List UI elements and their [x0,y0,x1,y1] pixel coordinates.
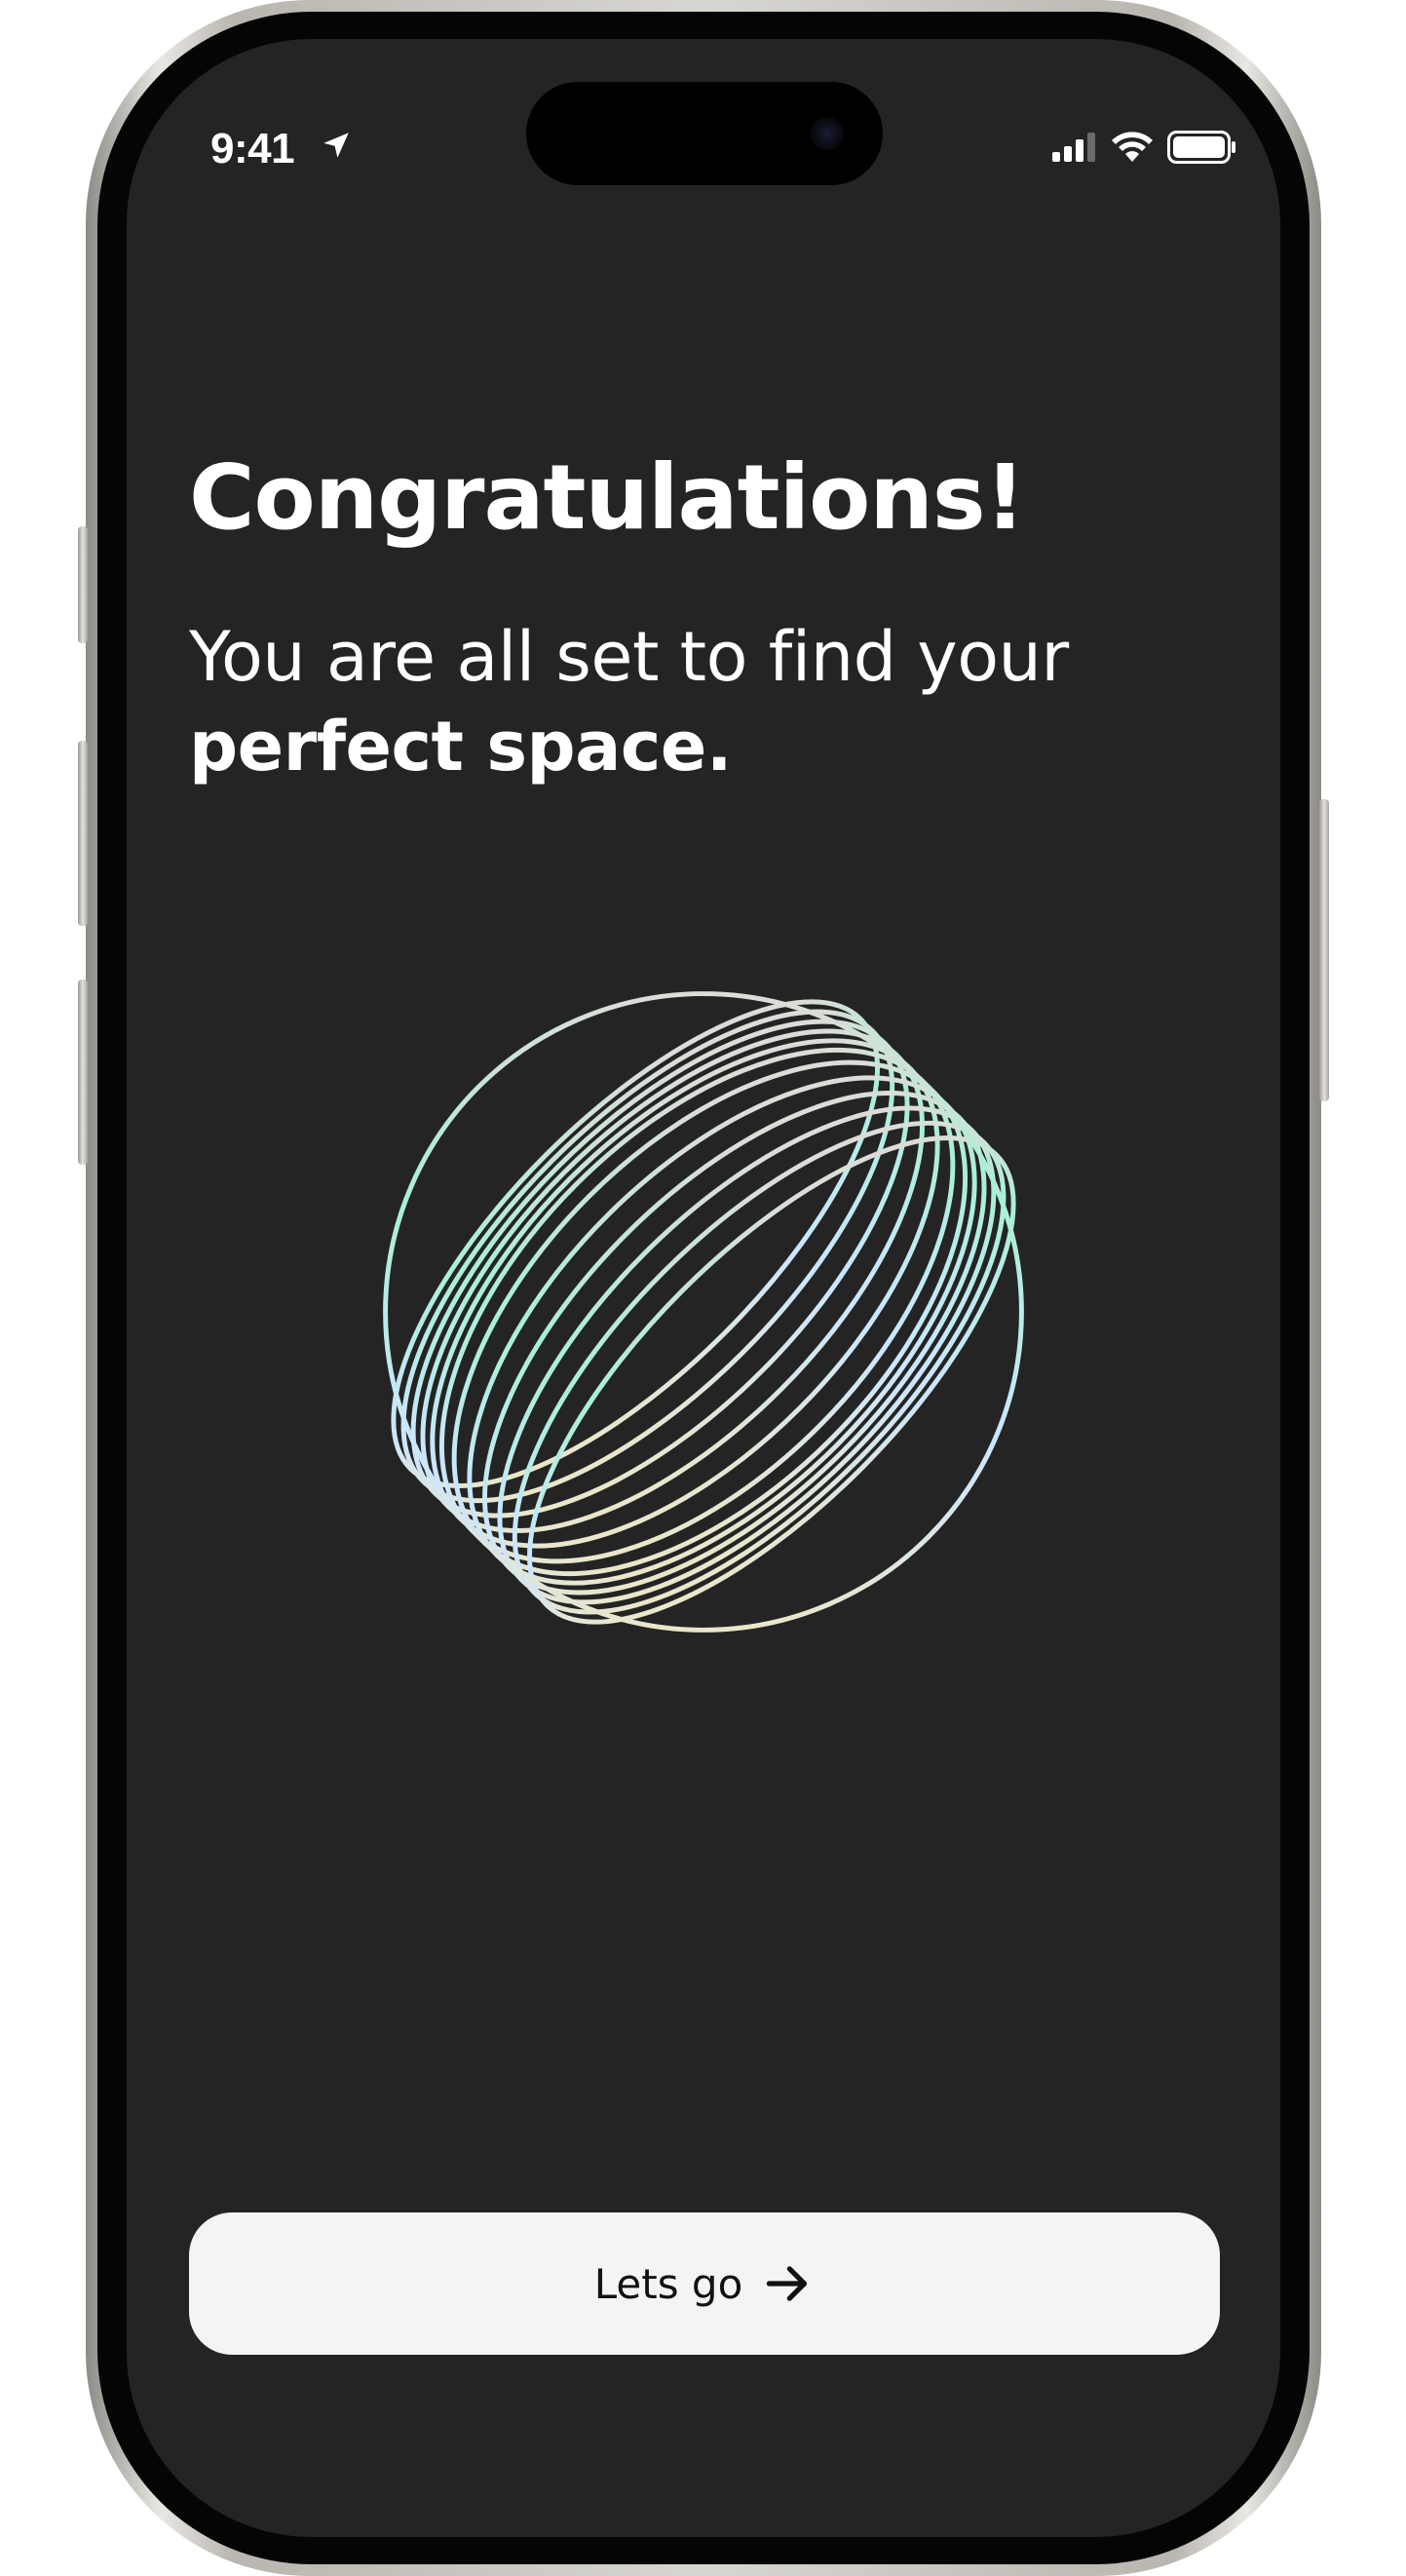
sphere-line [497,1105,997,1605]
arrow-right-icon [767,2266,808,2301]
sphere-line [482,1091,987,1596]
sphere-outline [383,991,1024,1633]
volume-down-button [78,980,88,1165]
status-bar: 9:41 [127,39,1280,195]
subtitle-bold: perfect space. [189,707,732,787]
cellular-signal-icon [1052,133,1095,162]
status-time: 9:41 [210,125,295,173]
sphere-graphic [383,991,1024,1633]
lets-go-label: Lets go [593,2259,743,2308]
camera-icon [811,117,844,150]
power-button [1319,799,1329,1101]
status-icons [1052,131,1237,164]
action-button [78,526,88,643]
app-screen: 9:41 Congratulations! You are all set to… [127,39,1280,2537]
subtitle: You are all set to find your perfect spa… [189,612,1222,791]
location-arrow-icon [323,133,349,158]
volume-up-button [78,741,88,926]
battery-icon [1167,131,1235,164]
sphere-line [420,1028,925,1533]
wifi-icon [1112,132,1153,162]
lets-go-button[interactable]: Lets go [189,2212,1220,2355]
dynamic-island [526,82,883,185]
subtitle-regular: You are all set to find your [189,617,1069,697]
page-title: Congratulations! [189,445,1026,550]
